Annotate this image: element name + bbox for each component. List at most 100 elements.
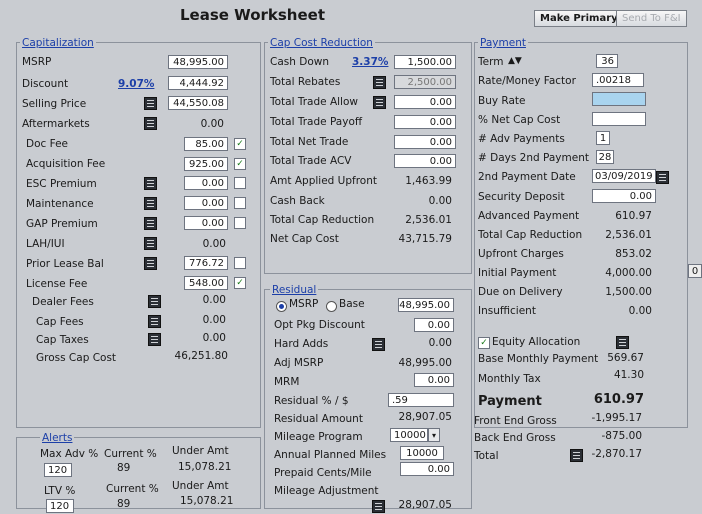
- aftermarkets-calc-icon[interactable]: [144, 117, 157, 130]
- doc-fee-input[interactable]: 85.00: [184, 137, 228, 151]
- equity-allocation-calc-icon[interactable]: [616, 336, 629, 349]
- buy-rate-label: Buy Rate: [478, 95, 526, 107]
- term-sort-icon[interactable]: ▲▼: [508, 56, 522, 66]
- cap-fees-calc-icon[interactable]: [148, 315, 161, 328]
- hard-adds-calc-icon[interactable]: [372, 338, 385, 351]
- upfront-charges-value: 853.02: [615, 248, 652, 260]
- total-trade-allow-input[interactable]: 0.00: [394, 95, 456, 109]
- cash-down-percent-link[interactable]: 3.37%: [352, 56, 388, 68]
- security-deposit-input[interactable]: 0.00: [592, 189, 656, 203]
- days-2nd-payment-input[interactable]: 28: [596, 150, 614, 164]
- lah-calc-icon[interactable]: [144, 237, 157, 250]
- total-calc-icon[interactable]: [570, 449, 583, 462]
- alerts-max-adv-input[interactable]: 120: [44, 463, 72, 477]
- prior-lease-bal-checkbox[interactable]: [234, 257, 246, 269]
- doc-fee-checkbox[interactable]: ✓: [234, 138, 246, 150]
- total-trade-allow-label: Total Trade Allow: [270, 96, 358, 108]
- prior-lease-bal-input[interactable]: 776.72: [184, 256, 228, 270]
- gap-premium-calc-icon[interactable]: [144, 217, 157, 230]
- second-payment-date-label: 2nd Payment Date: [478, 171, 576, 183]
- acquisition-fee-checkbox[interactable]: ✓: [234, 158, 246, 170]
- alerts-current-value: 89: [117, 462, 131, 474]
- monthly-tax-label: Monthly Tax: [478, 373, 541, 385]
- license-fee-checkbox[interactable]: ✓: [234, 277, 246, 289]
- annual-planned-miles-input[interactable]: 10000: [400, 446, 444, 460]
- send-to-fi-button[interactable]: Send To F&I: [616, 10, 687, 27]
- term-input[interactable]: 36: [596, 54, 618, 68]
- payment-total-value: 610.97: [593, 392, 644, 407]
- adj-residual-value: 28,907.05: [398, 499, 452, 511]
- second-payment-date-input[interactable]: 03/09/2019: [592, 169, 656, 183]
- cash-down-input[interactable]: 1,500.00: [394, 55, 456, 69]
- mileage-program-select[interactable]: 10000: [390, 428, 428, 442]
- initial-payment-value: 4,000.00: [605, 267, 652, 279]
- license-fee-label: License Fee: [26, 278, 88, 290]
- insufficient-value: 0.00: [628, 305, 652, 317]
- alerts-ltv-under-amt-value: 15,078.21: [180, 495, 234, 507]
- mrm-input[interactable]: 0.00: [414, 373, 454, 387]
- total-net-trade-input[interactable]: 0.00: [394, 135, 456, 149]
- total-trade-acv-input[interactable]: 0.00: [394, 154, 456, 168]
- advanced-payment-value: 610.97: [615, 210, 652, 222]
- gap-premium-input[interactable]: 0.00: [184, 216, 228, 230]
- esc-premium-input[interactable]: 0.00: [184, 176, 228, 190]
- adv-payments-input[interactable]: 1: [596, 131, 610, 145]
- total-trade-allow-calc-icon[interactable]: [373, 96, 386, 109]
- discount-percent-link[interactable]: 9.07%: [118, 78, 154, 90]
- residual-title: Residual: [270, 284, 319, 296]
- alerts-max-adv-header: Max Adv %: [40, 448, 99, 460]
- doc-fee-label: Doc Fee: [26, 138, 69, 150]
- rate-money-factor-input[interactable]: .00218: [592, 73, 644, 87]
- alerts-ltv-current-value: 89: [117, 498, 131, 510]
- esc-premium-checkbox[interactable]: [234, 177, 246, 189]
- msrp-input[interactable]: 48,995.00: [168, 55, 228, 69]
- gap-premium-label: GAP Premium: [26, 218, 98, 230]
- maintenance-checkbox[interactable]: [234, 197, 246, 209]
- cash-back-value: 0.00: [428, 195, 452, 207]
- license-fee-input[interactable]: 548.00: [184, 276, 228, 290]
- chevron-down-icon[interactable]: ▾: [428, 428, 440, 442]
- total-rebates-calc-icon[interactable]: [373, 76, 386, 89]
- cash-back-label: Cash Back: [270, 195, 325, 207]
- selling-price-label: Selling Price: [22, 98, 87, 110]
- acquisition-fee-input[interactable]: 925.00: [184, 157, 228, 171]
- mrm-label: MRM: [274, 376, 300, 388]
- selling-price-calc-icon[interactable]: [144, 97, 157, 110]
- msrp-label: MSRP: [22, 56, 52, 68]
- opt-pkg-discount-input[interactable]: 0.00: [414, 318, 454, 332]
- maintenance-calc-icon[interactable]: [144, 197, 157, 210]
- esc-premium-calc-icon[interactable]: [144, 177, 157, 190]
- advanced-payment-label: Advanced Payment: [478, 210, 580, 222]
- alerts-ltv-input[interactable]: 120: [46, 499, 74, 513]
- buy-rate-input[interactable]: [592, 92, 646, 106]
- alerts-under-amt-value: 15,078.21: [178, 461, 232, 473]
- total-trade-acv-label: Total Trade ACV: [270, 155, 352, 167]
- total-cap-reduction-label: Total Cap Reduction: [270, 214, 375, 226]
- prepaid-cents-input[interactable]: 0.00: [400, 462, 454, 476]
- maintenance-input[interactable]: 0.00: [184, 196, 228, 210]
- dealer-fees-calc-icon[interactable]: [148, 295, 161, 308]
- total-trade-payoff-input[interactable]: 0.00: [394, 115, 456, 129]
- gap-premium-checkbox[interactable]: [234, 217, 246, 229]
- cash-down-label: Cash Down: [270, 56, 329, 68]
- residual-msrp-input[interactable]: 48,995.00: [398, 298, 454, 312]
- adv-payments-label: # Adv Payments: [478, 133, 565, 145]
- equity-allocation-checkbox[interactable]: ✓: [478, 337, 490, 349]
- make-primary-button[interactable]: Make Primary: [534, 10, 624, 27]
- prior-lease-bal-calc-icon[interactable]: [144, 257, 157, 270]
- msrp-option-label: MSRP: [289, 298, 319, 310]
- payment-total-cap-reduction-label: Total Cap Reduction: [478, 229, 583, 241]
- total-rebates-input[interactable]: 2,500.00: [394, 75, 456, 89]
- selling-price-input[interactable]: 44,550.08: [168, 96, 228, 110]
- msrp-radio[interactable]: [276, 301, 287, 312]
- base-radio[interactable]: [326, 301, 337, 312]
- discount-input[interactable]: 4,444.92: [168, 76, 228, 90]
- payment-total-label: Payment: [478, 394, 542, 409]
- cap-taxes-value: 0.00: [202, 332, 226, 344]
- edge-field: 0: [688, 264, 702, 278]
- calendar-icon[interactable]: [656, 171, 669, 184]
- residual-pct-input[interactable]: .59: [388, 393, 454, 407]
- due-on-delivery-value: 1,500.00: [605, 286, 652, 298]
- net-cap-cost-pct-input[interactable]: [592, 112, 646, 126]
- cap-taxes-calc-icon[interactable]: [148, 333, 161, 346]
